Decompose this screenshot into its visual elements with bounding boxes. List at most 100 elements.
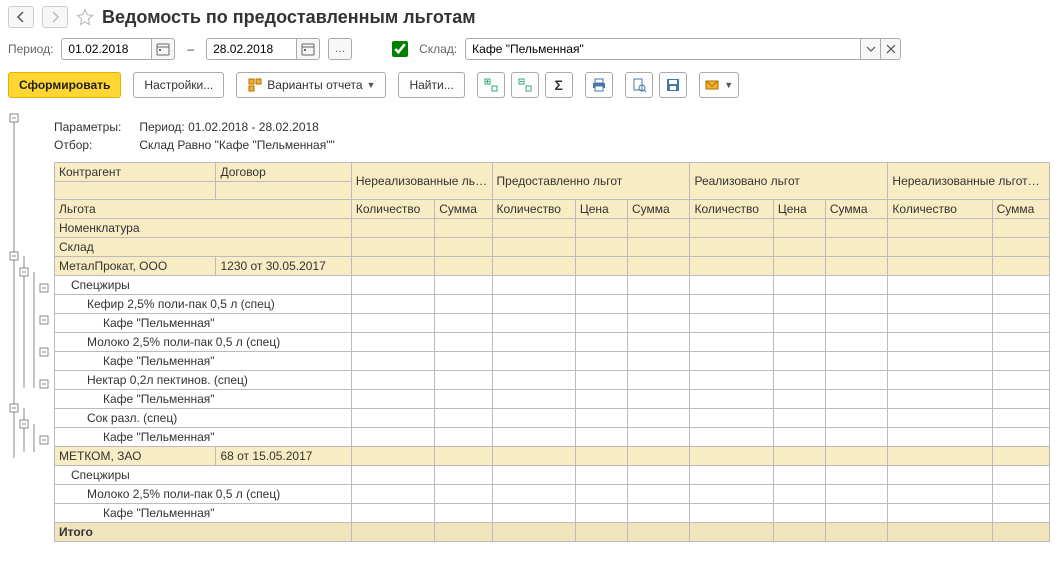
cell-name: Спецжиры — [55, 276, 352, 295]
cell-name: Кафе "Пельменная" — [55, 390, 352, 409]
col-benefit: Льгота — [55, 200, 352, 219]
table-row[interactable]: Кафе "Пельменная" — [55, 390, 1050, 409]
col-sum: Сумма — [435, 200, 492, 219]
find-button[interactable]: Найти... — [398, 72, 464, 98]
warehouse-clear-button[interactable] — [881, 38, 901, 60]
settings-button[interactable]: Настройки... — [133, 72, 224, 98]
send-email-button[interactable]: ▼ — [699, 72, 739, 98]
sigma-icon: Σ — [555, 77, 563, 93]
table-row[interactable]: Спецжиры — [55, 276, 1050, 295]
preview-icon — [631, 77, 647, 93]
period-choose-button[interactable]: … — [328, 38, 352, 60]
cell-name: Спецжиры — [55, 466, 352, 485]
col-qty: Количество — [351, 200, 434, 219]
cell-name: Молоко 2,5% поли-пак 0,5 л (спец) — [55, 333, 352, 352]
date-to-picker-button[interactable] — [296, 38, 320, 60]
cell-contragent: МЕТКОМ, ЗАО — [55, 447, 216, 466]
table-row[interactable]: МеталПрокат, ООО1230 от 30.05.2017 — [55, 257, 1050, 276]
calendar-icon — [155, 41, 171, 57]
report-table: Контрагент Договор Нереализованные льгот… — [54, 162, 1050, 542]
table-row[interactable]: Кафе "Пельменная" — [55, 428, 1050, 447]
sum-button[interactable]: Σ — [545, 72, 573, 98]
chevron-down-icon: ▼ — [724, 80, 733, 90]
cell-name: Кафе "Пельменная" — [55, 314, 352, 333]
col-contragent: Контрагент — [55, 163, 216, 182]
table-row[interactable]: Нектар 0,2л пектинов. (спец) — [55, 371, 1050, 390]
floppy-icon — [665, 77, 681, 93]
col-price: Цена — [773, 200, 825, 219]
report-variants-label: Варианты отчета — [267, 78, 362, 92]
cell-name: Кефир 2,5% поли-пак 0,5 л (спец) — [55, 295, 352, 314]
warehouse-dropdown-button[interactable] — [861, 38, 881, 60]
period-label: Период: — [8, 42, 53, 56]
nav-forward-button[interactable] — [42, 6, 68, 28]
arrow-right-icon — [47, 9, 63, 25]
arrow-left-icon — [13, 9, 29, 25]
cell-name: Молоко 2,5% поли-пак 0,5 л (спец) — [55, 485, 352, 504]
report-variants-button[interactable]: Варианты отчета ▼ — [236, 72, 386, 98]
col-sum: Сумма — [627, 200, 690, 219]
table-row[interactable]: МЕТКОМ, ЗАО68 от 15.05.2017 — [55, 447, 1050, 466]
page-title: Ведомость по предоставленным льготам — [102, 7, 476, 28]
date-from-input[interactable] — [61, 38, 151, 60]
print-button[interactable] — [585, 72, 613, 98]
cell-name: Сок разл. (спец) — [55, 409, 352, 428]
filter-value: Склад Равно "Кафе "Пельменная"" — [139, 136, 352, 154]
table-row[interactable]: Кафе "Пельменная" — [55, 504, 1050, 523]
print-icon — [591, 77, 607, 93]
tree-collapse-icon — [517, 77, 533, 93]
table-row[interactable]: Кефир 2,5% поли-пак 0,5 л (спец) — [55, 295, 1050, 314]
chevron-down-icon: ▼ — [367, 80, 376, 90]
col-qty: Количество — [690, 200, 773, 219]
ellipsis-icon: … — [335, 43, 346, 55]
report-parameters: Параметры: Период: 01.02.2018 - 28.02.20… — [54, 108, 353, 162]
collapse-groups-button[interactable] — [511, 72, 539, 98]
chevron-down-icon — [863, 41, 879, 57]
favorite-star-icon[interactable] — [76, 8, 94, 26]
variants-icon — [247, 77, 263, 93]
date-range-dash: – — [183, 42, 198, 56]
col-granted: Предоставленно льгот — [492, 163, 690, 200]
col-warehouse: Склад — [55, 238, 352, 257]
save-button[interactable] — [659, 72, 687, 98]
table-row[interactable]: Молоко 2,5% поли-пак 0,5 л (спец) — [55, 333, 1050, 352]
envelope-icon — [704, 77, 720, 93]
run-report-button[interactable]: Сформировать — [8, 72, 121, 98]
filter-label: Отбор: — [54, 136, 139, 154]
col-sum: Сумма — [825, 200, 888, 219]
cell-name: Кафе "Пельменная" — [55, 428, 352, 447]
tree-expand-icon — [483, 77, 499, 93]
preview-button[interactable] — [625, 72, 653, 98]
warehouse-label: Склад: — [419, 42, 457, 56]
cell-contract: 68 от 15.05.2017 — [216, 447, 351, 466]
total-row: Итого — [55, 523, 352, 542]
col-qty: Количество — [888, 200, 992, 219]
warehouse-filter-checkbox[interactable] — [392, 41, 408, 57]
col-price: Цена — [575, 200, 627, 219]
date-from-picker-button[interactable] — [151, 38, 175, 60]
params-value: Период: 01.02.2018 - 28.02.2018 — [139, 118, 352, 136]
table-row[interactable]: Молоко 2,5% поли-пак 0,5 л (спец) — [55, 485, 1050, 504]
col-qty: Количество — [492, 200, 575, 219]
table-row[interactable]: Кафе "Пельменная" — [55, 352, 1050, 371]
expand-groups-button[interactable] — [477, 72, 505, 98]
table-row[interactable]: Спецжиры — [55, 466, 1050, 485]
col-unreal-end: Нереализованные льготы на конец — [888, 163, 1050, 200]
cell-name: Кафе "Пельменная" — [55, 352, 352, 371]
col-realized: Реализовано льгот — [690, 163, 888, 200]
table-row[interactable]: Сок разл. (спец) — [55, 409, 1050, 428]
table-row[interactable]: Кафе "Пельменная" — [55, 314, 1050, 333]
col-unreal-start: Нереализованные льготы на начало — [351, 163, 492, 200]
col-sum: Сумма — [992, 200, 1049, 219]
col-contract: Договор — [216, 163, 351, 182]
warehouse-select[interactable] — [465, 38, 861, 60]
cell-name: Нектар 0,2л пектинов. (спец) — [55, 371, 352, 390]
params-label: Параметры: — [54, 118, 139, 136]
calendar-icon — [300, 41, 316, 57]
cell-name: Кафе "Пельменная" — [55, 504, 352, 523]
col-nomenclature: Номенклатура — [55, 219, 352, 238]
nav-back-button[interactable] — [8, 6, 34, 28]
cell-contract: 1230 от 30.05.2017 — [216, 257, 351, 276]
date-to-input[interactable] — [206, 38, 296, 60]
cell-contragent: МеталПрокат, ООО — [55, 257, 216, 276]
